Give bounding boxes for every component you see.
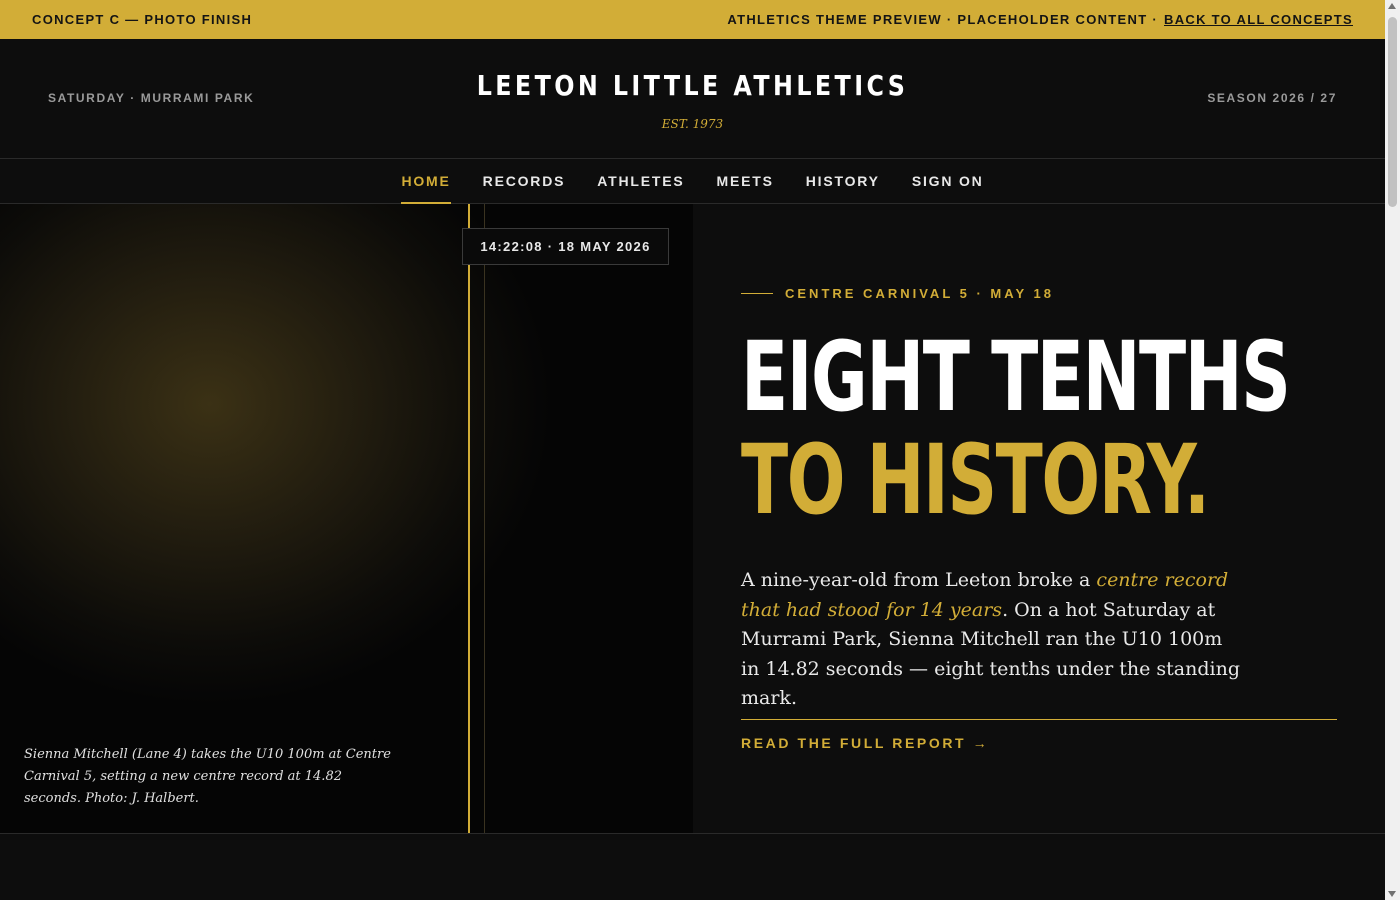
season-label: SEASON 2026 / 27 — [1207, 91, 1337, 105]
nav-item-home[interactable]: HOME — [401, 159, 451, 204]
top-banner: CONCEPT C — PHOTO FINISH ATHLETICS THEME… — [0, 0, 1385, 39]
nav-item-athletes[interactable]: ATHLETES — [597, 159, 684, 204]
nav-item-meets[interactable]: MEETS — [717, 159, 774, 204]
read-full-report-link[interactable]: READ THE FULL REPORT → — [741, 735, 989, 751]
kicker-text: CENTRE CARNIVAL 5 · MAY 18 — [785, 286, 1054, 301]
top-banner-right: ATHLETICS THEME PREVIEW · PLACEHOLDER CO… — [727, 12, 1353, 27]
scrollbar-thumb[interactable] — [1388, 17, 1397, 207]
scroll-up-arrow-icon[interactable] — [1388, 3, 1396, 9]
headline-line-1: EIGHT TENTHS — [741, 321, 1291, 433]
concept-label: CONCEPT C — PHOTO FINISH — [32, 12, 253, 27]
nav-item-sign-on[interactable]: SIGN ON — [912, 159, 984, 204]
nav-item-records[interactable]: RECORDS — [483, 159, 566, 204]
photo-caption: Sienna Mitchell (Lane 4) takes the U10 1… — [24, 747, 391, 806]
story-kicker: CENTRE CARNIVAL 5 · MAY 18 — [741, 286, 1054, 301]
established-year: EST. 1973 — [661, 117, 724, 131]
main-nav: HOME RECORDS ATHLETES MEETS HISTORY SIGN… — [0, 159, 1385, 204]
site-title[interactable]: LEETON LITTLE ATHLETICS — [104, 69, 1281, 102]
scroll-down-arrow-icon[interactable] — [1388, 891, 1396, 897]
feature-story: CENTRE CARNIVAL 5 · MAY 18 EIGHT TENTHS … — [693, 204, 1385, 833]
page-scrollbar[interactable] — [1385, 0, 1400, 900]
headline-line-2: TO HISTORY. — [741, 424, 1210, 536]
back-to-concepts-link[interactable]: BACK TO ALL CONCEPTS — [1164, 12, 1353, 27]
story-headline: EIGHT TENTHS TO HISTORY. — [741, 321, 1291, 536]
preview-label: ATHLETICS THEME PREVIEW · PLACEHOLDER CO… — [727, 12, 1158, 27]
finish-line — [468, 204, 470, 833]
photo-timestamp: 14:22:08 · 18 MAY 2026 — [462, 228, 669, 265]
kicker-rule — [741, 293, 773, 294]
story-divider — [741, 719, 1337, 720]
next-section — [0, 833, 1385, 900]
lede-intro: A nine-year-old from Leeton broke a — [741, 569, 1097, 591]
story-lede: A nine-year-old from Leeton broke a cent… — [741, 566, 1241, 714]
lane-line — [484, 204, 485, 833]
hero-photo: 14:22:08 · 18 MAY 2026 Sienna Mitchell (… — [0, 204, 693, 833]
site-header: SATURDAY · MURRAMI PARK LEETON LITTLE AT… — [0, 39, 1385, 159]
nav-item-history[interactable]: HISTORY — [806, 159, 880, 204]
